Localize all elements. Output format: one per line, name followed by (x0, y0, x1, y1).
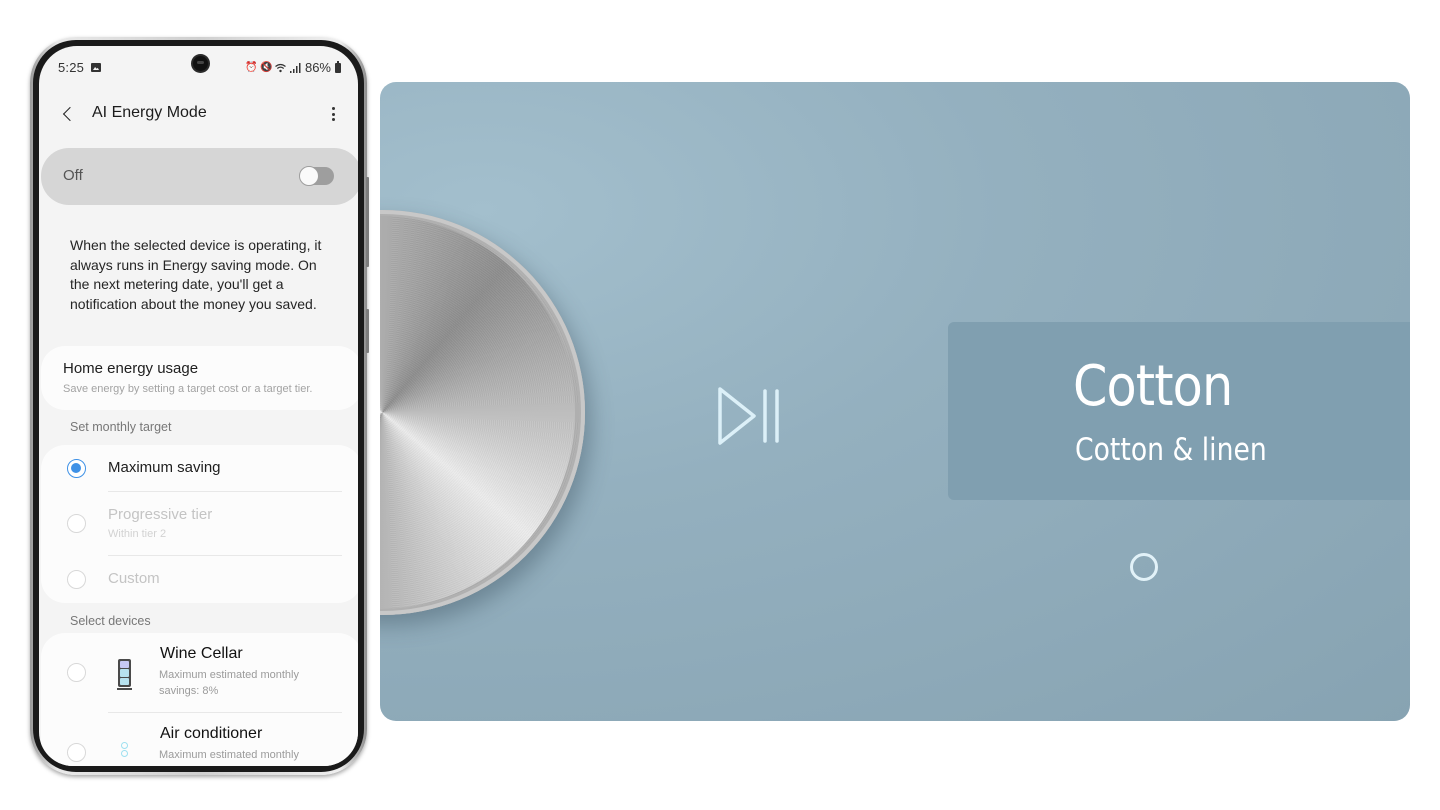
device-subtitle: Maximum estimated monthly savings: 8% (159, 669, 299, 697)
target-option-maximum-saving[interactable]: Maximum saving (41, 445, 358, 491)
monthly-target-section-label: Set monthly target (70, 420, 172, 434)
device-item-air-conditioner[interactable]: Air conditioner Maximum estimated monthl… (41, 713, 358, 766)
switch-knob (299, 166, 319, 186)
alarm-icon: ⏰ (244, 61, 258, 73)
device-subtitle: Maximum estimated monthly savings: 22% (159, 749, 299, 766)
course-title: Cotton (1073, 354, 1233, 419)
ai-energy-mode-toggle-row[interactable]: Off (41, 148, 358, 205)
home-energy-title: Home energy usage (63, 360, 199, 377)
phone-screen: 5:25 ⏰ 🔇 86% AI Energy Mode Off When the… (39, 46, 358, 766)
gallery-icon (91, 63, 101, 72)
device-name: Wine Cellar (160, 645, 243, 662)
option-label: Progressive tier (108, 506, 213, 523)
circle-indicator-icon (1130, 553, 1158, 581)
battery-level: 86% (304, 60, 331, 75)
radio-button[interactable] (67, 743, 86, 762)
play-pause-icon[interactable] (716, 385, 784, 447)
radio-button[interactable] (67, 663, 86, 682)
battery-icon (335, 60, 341, 73)
front-camera (193, 56, 208, 71)
phone-mockup: 5:25 ⏰ 🔇 86% AI Energy Mode Off When the… (30, 37, 369, 775)
more-options-icon[interactable] (328, 104, 338, 124)
mode-description: When the selected device is operating, i… (70, 237, 322, 312)
option-label: Custom (108, 570, 160, 587)
home-energy-subtitle: Save energy by setting a target cost or … (63, 383, 313, 395)
radio-button[interactable] (67, 570, 86, 589)
wifi-icon (275, 63, 286, 73)
signal-icon (289, 62, 301, 73)
app-bar: AI Energy Mode (39, 92, 358, 136)
course-display: Cotton Cotton & linen (948, 322, 1410, 500)
option-label: Maximum saving (108, 459, 221, 476)
ai-energy-mode-switch[interactable] (299, 166, 334, 186)
mute-icon: 🔇 (259, 61, 273, 73)
toggle-label: Off (63, 167, 83, 184)
target-option-custom[interactable]: Custom (41, 556, 358, 603)
target-option-progressive-tier[interactable]: Progressive tier Within tier 2 (41, 492, 358, 555)
phone-bezel: 5:25 ⏰ 🔇 86% AI Energy Mode Off When the… (33, 40, 364, 772)
status-time: 5:25 (58, 60, 85, 75)
select-devices-section-label: Select devices (70, 614, 151, 628)
volume-button (366, 177, 369, 267)
washer-control-panel: Cotton Cotton & linen (380, 82, 1410, 721)
monthly-target-card: Maximum saving Progressive tier Within t… (41, 445, 358, 603)
radio-button[interactable] (67, 514, 86, 533)
devices-card: Wine Cellar Maximum estimated monthly sa… (41, 633, 358, 766)
wine-cellar-icon (117, 659, 132, 690)
status-bar: 5:25 ⏰ 🔇 86% (39, 46, 358, 80)
device-name: Air conditioner (160, 725, 263, 742)
back-icon[interactable] (61, 104, 77, 124)
device-item-wine-cellar[interactable]: Wine Cellar Maximum estimated monthly sa… (41, 633, 358, 711)
status-icons: ⏰ 🔇 86% (245, 60, 341, 75)
course-subtitle: Cotton & linen (1075, 432, 1267, 468)
power-button (366, 309, 369, 353)
option-subtitle: Within tier 2 (108, 528, 167, 540)
radio-button[interactable] (67, 459, 86, 478)
page-title: AI Energy Mode (92, 104, 207, 121)
course-dial-knob[interactable] (380, 210, 585, 615)
home-energy-usage-item[interactable]: Home energy usage Save energy by setting… (41, 346, 358, 410)
